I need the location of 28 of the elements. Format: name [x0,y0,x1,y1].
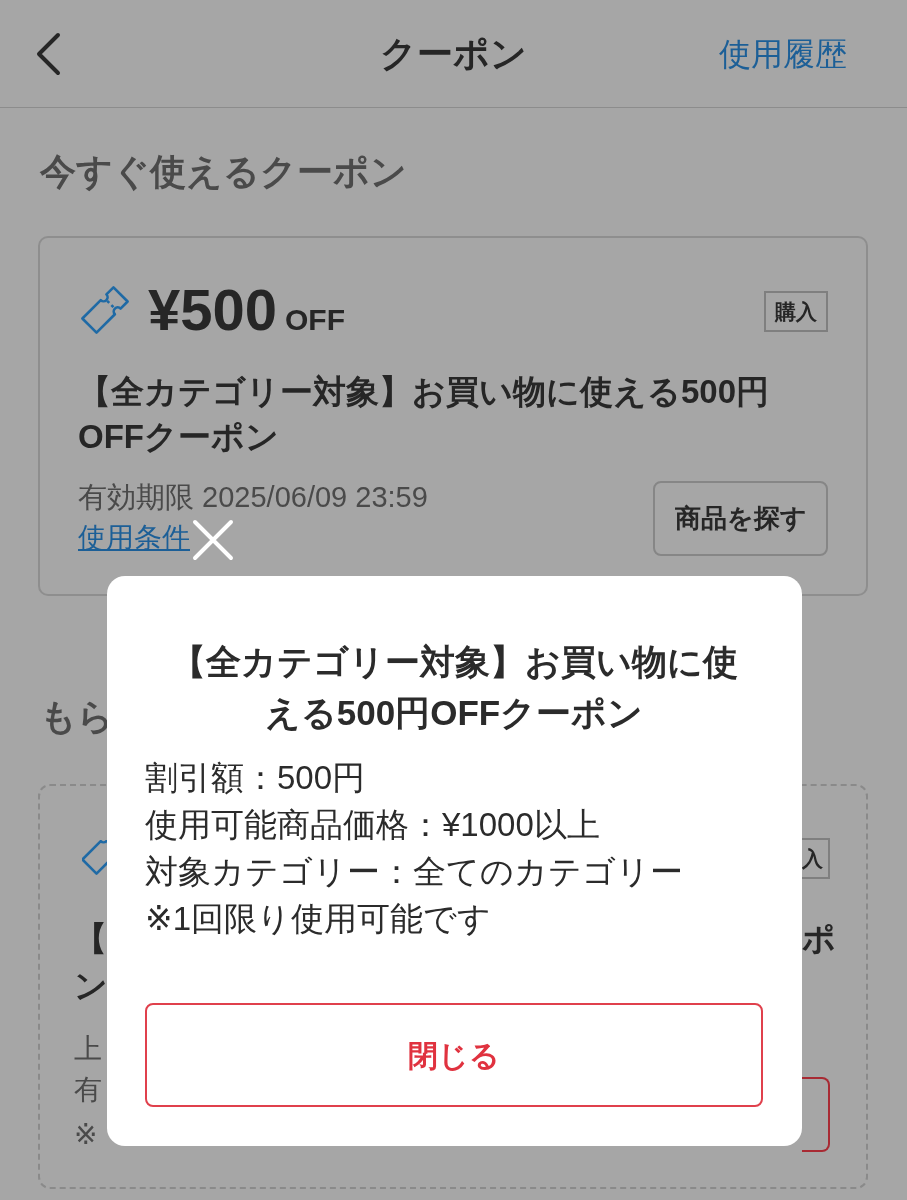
back-chevron-icon [34,30,62,77]
detail-text: 割引額：500円 [145,758,367,798]
back-button[interactable] [34,30,62,77]
coupon-title: 【 [74,919,107,959]
ticket-icon [82,840,107,876]
close-button[interactable]: 閉じる [145,1003,763,1107]
coupon-detail-text: 上 [74,1032,103,1066]
section-heading: もら [40,697,114,737]
detail-text: 使用可能商品価格：¥1000以上 [145,805,601,845]
discount-suffix: OFF [285,305,346,335]
terms-link[interactable]: 使用条件 [78,517,190,559]
coupon-title: ポ [802,919,836,959]
dialog-title: 【全カテゴリー対象】お買い物に使える500円OFFクーポン [169,641,739,734]
coupon-detail-text: 有 [74,1073,103,1107]
coupon-title: ン [74,966,107,1006]
find-products-button[interactable]: 商品を探す [653,480,828,556]
page-title: クーポン [380,31,527,76]
purchase-tag: 購入 [764,291,828,332]
coupon-detail-text: ※ [74,1118,99,1152]
detail-text: ※1回限り使用可能です [145,899,492,939]
close-icon[interactable] [192,519,234,561]
discount-amount: ¥500 [148,281,278,339]
coupon-title: 【全カテゴリー対象】お買い物に使える500円OFFクーポン [78,372,771,457]
section-heading: 今すぐ使えるクーポン [40,152,407,192]
detail-text: 対象カテゴリー：全てのカテゴリー [145,852,684,892]
usage-history-link[interactable]: 使用履歴 [719,33,847,74]
ticket-icon [80,285,130,335]
expiry-text: 有効期限 2025/06/09 23:59 [78,480,428,515]
